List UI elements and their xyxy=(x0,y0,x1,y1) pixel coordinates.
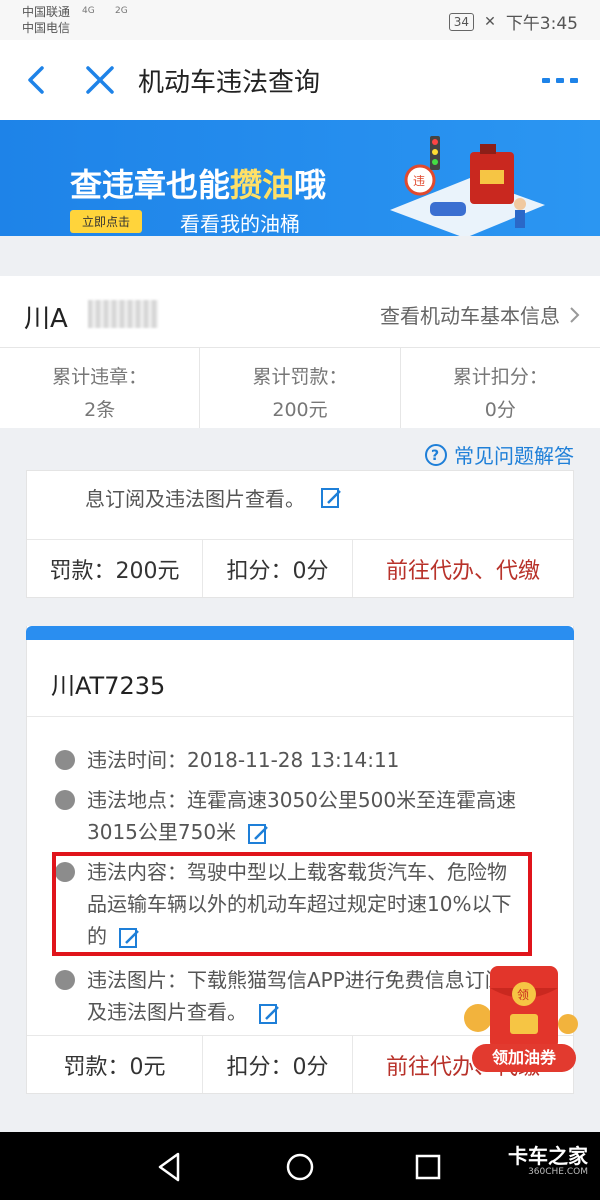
red-packet-icon-text: 领 xyxy=(517,988,529,1002)
violation-photo: 违法图片：下载熊猫驾信APP进行免费信息订阅及违法图片查看。 xyxy=(51,964,517,1028)
vehicle-summary-row[interactable]: 川A 查看机动车基本信息 xyxy=(0,276,600,348)
nav-recent-icon[interactable] xyxy=(408,1150,448,1184)
basic-info-label: 查看机动车基本信息 xyxy=(380,304,560,328)
edit-icon[interactable] xyxy=(257,1002,281,1026)
watermark-logo: 卡车之家 360CHE.COM xyxy=(508,1146,588,1178)
close-icon xyxy=(86,66,114,94)
card2-points: 扣分：0分 xyxy=(203,1036,353,1093)
carrier-1: 中国联通 xyxy=(22,5,71,19)
stat-value: 0分 xyxy=(484,399,516,421)
card1-tail-text: 息订阅及违法图片查看。 xyxy=(85,483,343,512)
nav-home-icon[interactable] xyxy=(280,1150,320,1184)
bullet-dot-icon xyxy=(55,750,75,770)
svg-text:?: ? xyxy=(431,448,439,464)
stat-value: 200元 xyxy=(272,399,328,421)
stat-label: 累计违章： xyxy=(52,366,148,388)
signal-2g: 2G xyxy=(115,6,128,16)
more-icon xyxy=(542,78,578,83)
violation-time-text: 违法时间：2018-11-28 13:14:11 xyxy=(87,748,400,772)
card1-tail-label: 息订阅及违法图片查看。 xyxy=(85,487,305,511)
status-right: 34 ✕ 下午3:45 xyxy=(448,9,578,34)
violation-location: 违法地点：连霍高速3050公里500米至连霍高速3015公里750米 xyxy=(51,784,517,848)
violation-photo-label: 违法图片：下载熊猫驾信APP进行免费信息订阅及违法图片查看。 xyxy=(87,968,505,1024)
red-packet-icon: 领 xyxy=(464,966,578,1050)
watermark-text: 卡车之家 xyxy=(508,1144,588,1168)
card1-points: 扣分：0分 xyxy=(203,540,353,597)
clock: 下午3:45 xyxy=(505,14,578,34)
card1-action-link[interactable]: 前往代办、代缴 xyxy=(353,540,573,597)
edit-icon[interactable] xyxy=(319,486,343,510)
card1-fine-row: 罚款：200元 扣分：0分 前往代办、代缴 xyxy=(27,539,573,597)
promo-banner[interactable]: 查违章也能攒油哦 立即点击 看看我的油桶 违 xyxy=(0,120,600,236)
violation-time: 违法时间：2018-11-28 13:14:11 xyxy=(51,744,517,776)
card2-fine: 罚款：0元 xyxy=(27,1036,203,1093)
banner-subtitle: 看看我的油桶 xyxy=(180,212,300,236)
chevron-left-icon xyxy=(28,66,44,94)
battery-indicator: 34 xyxy=(448,12,475,31)
status-bar: 中国联通 中国电信 4G 2G 34 ✕ 下午3:45 xyxy=(0,0,600,40)
back-button[interactable] xyxy=(20,60,56,100)
violation-location-label: 违法地点：连霍高速3050公里500米至连霍高速3015公里750米 xyxy=(87,788,517,844)
violation-card-1: 息订阅及违法图片查看。 罚款：200元 扣分：0分 前往代办、代缴 xyxy=(26,470,574,598)
card2-plate: 川AT7235 xyxy=(51,672,166,700)
banner-title-part1: 查违章也能 xyxy=(70,166,231,204)
signal-4g: 4G xyxy=(82,6,95,16)
banner-title: 查违章也能攒油哦 xyxy=(70,160,326,206)
edit-icon[interactable] xyxy=(246,822,270,846)
stat-violations: 累计违章： 2条 xyxy=(0,348,201,428)
question-icon: ? xyxy=(425,443,447,466)
violation-stats: 累计违章： 2条 累计罚款： 200元 累计扣分： 0分 xyxy=(0,348,600,428)
card-top-accent xyxy=(26,626,574,640)
stat-label: 累计罚款： xyxy=(252,366,348,388)
oil-barrel-illustration: 违 xyxy=(390,136,545,236)
faq-label: 常见问题解答 xyxy=(454,444,574,468)
violation-location-text: 违法地点：连霍高速3050公里500米至连霍高速3015公里750米 xyxy=(87,784,517,848)
close-button[interactable] xyxy=(82,60,118,100)
banner-click-button[interactable]: 立即点击 xyxy=(70,210,143,233)
stat-points: 累计扣分： 0分 xyxy=(401,348,600,428)
stat-label: 累计扣分： xyxy=(452,366,548,388)
highlight-annotation-box xyxy=(52,852,532,956)
violation-photo-text: 违法图片：下载熊猫驾信APP进行免费信息订阅及违法图片查看。 xyxy=(87,964,517,1028)
faq-link[interactable]: ? 常见问题解答 xyxy=(424,440,574,469)
stat-fines: 累计罚款： 200元 xyxy=(200,348,401,428)
fuel-coupon-button[interactable]: 领 领加油券 xyxy=(460,958,588,1078)
mute-icon: ✕ xyxy=(484,13,496,30)
plate-blur-mask xyxy=(88,300,158,328)
banner-title-part2: 哦 xyxy=(294,166,327,204)
bullet-dot-icon xyxy=(55,970,75,990)
nav-back-icon[interactable] xyxy=(150,1150,190,1184)
page-title: 机动车违法查询 xyxy=(138,68,321,98)
banner-title-highlight: 攒油 xyxy=(230,166,295,204)
sign-text: 违 xyxy=(413,174,425,188)
fuel-coupon-label: 领加油券 xyxy=(472,1044,576,1072)
carrier-info: 中国联通 中国电信 xyxy=(22,4,70,36)
chevron-right-icon xyxy=(570,306,580,323)
nav-bar: 机动车违法查询 xyxy=(0,40,600,120)
more-button[interactable] xyxy=(540,70,580,90)
vehicle-basic-info-link[interactable]: 查看机动车基本信息 xyxy=(380,300,580,329)
bullet-dot-icon xyxy=(55,790,75,810)
stat-value: 2条 xyxy=(84,399,116,421)
system-nav-bar: 卡车之家 360CHE.COM xyxy=(0,1132,600,1200)
vehicle-plate: 川A xyxy=(24,304,68,334)
carrier-2: 中国电信 xyxy=(22,21,71,35)
divider xyxy=(27,716,573,717)
card1-fine: 罚款：200元 xyxy=(27,540,203,597)
